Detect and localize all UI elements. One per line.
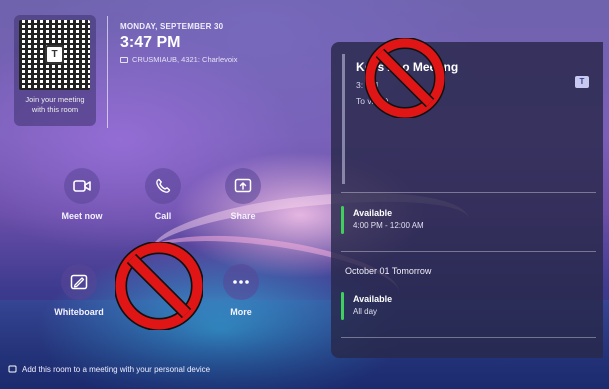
phone-icon bbox=[145, 168, 181, 204]
current-time: 3:47 PM bbox=[120, 34, 181, 51]
whiteboard-button[interactable]: Whiteboard bbox=[44, 264, 114, 317]
video-camera-icon bbox=[64, 168, 100, 204]
panel-divider bbox=[341, 192, 596, 193]
call-label: Call bbox=[154, 211, 172, 221]
room-name-label: CRUSMIAUB, 4321: Charlevoix bbox=[132, 55, 238, 64]
whiteboard-label: Whiteboard bbox=[54, 307, 104, 317]
room-display-screen: T Join your meeting with this room MONDA… bbox=[0, 0, 609, 389]
footer-hint[interactable]: Add this room to a meeting with your per… bbox=[8, 365, 210, 374]
share-screen-icon bbox=[225, 168, 261, 204]
next-day-header: October 01 Tomorrow bbox=[345, 266, 432, 276]
share-label: Share bbox=[230, 211, 256, 221]
available-status-bar bbox=[341, 292, 344, 320]
footer-text: Add this room to a meeting with your per… bbox=[22, 365, 211, 374]
qr-caption: Join your meeting with this room bbox=[25, 95, 85, 114]
more-label: More bbox=[230, 307, 252, 317]
qr-join-card[interactable]: T Join your meeting with this room bbox=[14, 15, 96, 126]
slot-time: 4:00 PM - 12:00 AM bbox=[353, 221, 424, 230]
more-dots-icon bbox=[223, 264, 259, 300]
header-divider bbox=[107, 16, 108, 128]
qr-code: T bbox=[19, 20, 90, 90]
meet-now-button[interactable]: Meet now bbox=[47, 168, 117, 221]
prohibition-sign-icon bbox=[115, 242, 203, 330]
whiteboard-icon bbox=[61, 264, 97, 300]
available-status-bar bbox=[341, 206, 344, 234]
meet-now-label: Meet now bbox=[61, 211, 103, 221]
teams-icon: T bbox=[575, 76, 589, 88]
panel-divider bbox=[341, 337, 596, 338]
room-display-icon bbox=[120, 56, 128, 63]
share-button[interactable]: Share bbox=[208, 168, 278, 221]
slot-title: Available bbox=[353, 208, 393, 218]
slot-title: Available bbox=[353, 294, 393, 304]
more-button[interactable]: More bbox=[206, 264, 276, 317]
current-date: MONDAY, SEPTEMBER 30 bbox=[120, 22, 224, 31]
device-cast-icon bbox=[8, 365, 17, 373]
slot-time: All day bbox=[353, 307, 378, 316]
prohibition-sign-icon bbox=[365, 38, 445, 118]
teams-logo-icon: T bbox=[45, 45, 64, 64]
room-name: CRUSMIAUB, 4321: Charlevoix bbox=[120, 55, 237, 64]
panel-divider bbox=[341, 251, 596, 252]
call-button[interactable]: Call bbox=[128, 168, 198, 221]
